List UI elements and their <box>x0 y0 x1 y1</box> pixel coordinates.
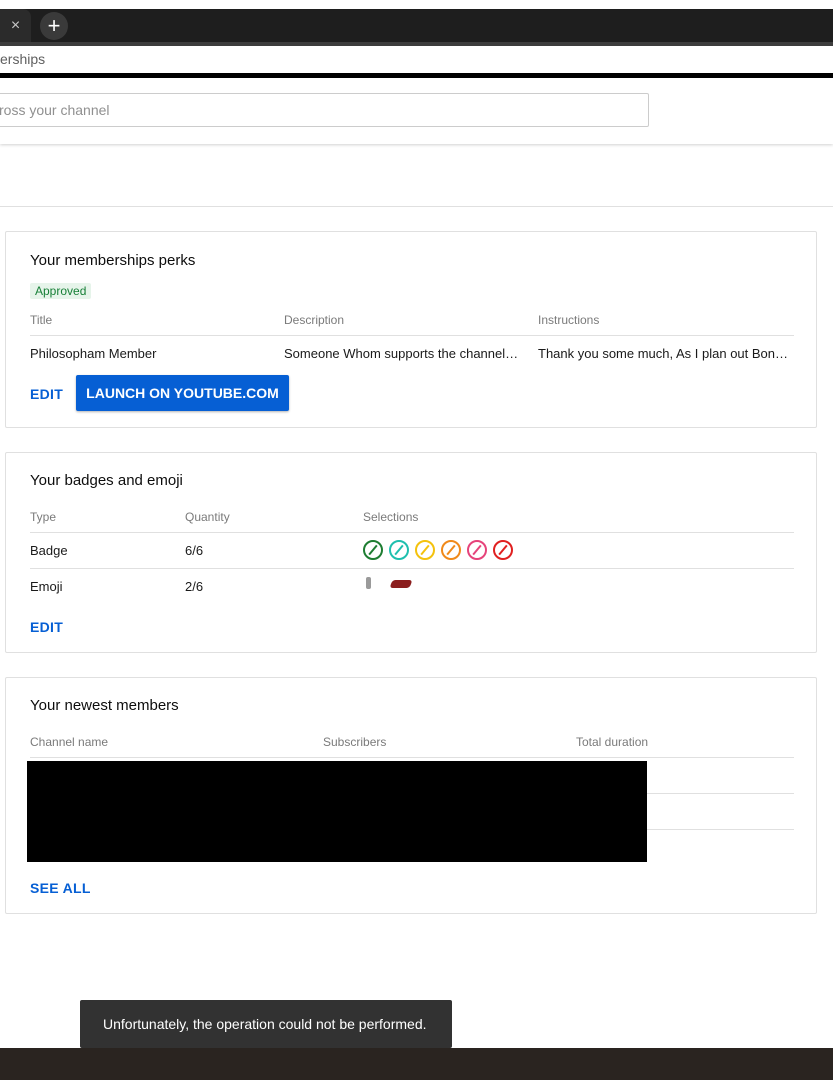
badges-emoji-card-title: Your badges and emoji <box>30 472 183 489</box>
see-all-members-button[interactable]: SEE ALL <box>30 880 91 896</box>
window-top-edge <box>0 0 833 9</box>
error-toast: Unfortunately, the operation could not b… <box>80 1000 452 1048</box>
perks-card-title: Your memberships perks <box>30 252 196 269</box>
redacted-member-rows <box>27 761 647 862</box>
badge-quantity-cell: 6/6 <box>185 543 204 558</box>
column-header-subscribers: Subscribers <box>323 735 387 749</box>
address-bar[interactable]: erships <box>0 46 833 73</box>
badge-icon-4 <box>441 540 461 560</box>
table-divider <box>30 757 794 758</box>
badge-icon-6 <box>493 540 513 560</box>
column-header-total-duration: Total duration <box>576 735 649 749</box>
badge-selections <box>363 540 519 560</box>
taskbar-strip <box>0 1048 833 1080</box>
column-header-selections: Selections <box>363 510 419 524</box>
table-divider <box>30 568 794 569</box>
launch-on-youtube-button[interactable]: LAUNCH ON YOUTUBE.COM <box>76 375 289 411</box>
newest-members-card-title: Your newest members <box>30 697 179 714</box>
section-divider <box>0 206 833 207</box>
badge-icon-3 <box>415 540 435 560</box>
column-header-instructions: Instructions <box>538 313 600 327</box>
table-divider <box>30 532 794 533</box>
perk-title-cell: Philosopham Member <box>30 346 157 361</box>
column-header-type: Type <box>30 510 57 524</box>
edit-perks-button[interactable]: EDIT <box>30 386 63 402</box>
page-header: ross your channel <box>0 78 833 144</box>
close-tab-icon[interactable]: × <box>0 9 31 42</box>
search-input[interactable]: ross your channel <box>0 93 649 127</box>
column-header-channel-name: Channel name <box>30 735 109 749</box>
perk-description-cell: Someone Whom supports the channel… <box>284 346 519 361</box>
perks-card: Your memberships perks Approved Title De… <box>5 231 817 428</box>
status-badge: Approved <box>30 283 92 299</box>
badges-emoji-card: Your badges and emoji Type Quantity Sele… <box>5 452 817 653</box>
emoji-quantity-cell: 2/6 <box>185 579 204 594</box>
emoji-type-cell: Emoji <box>30 579 63 594</box>
emoji-icon-2 <box>389 580 413 588</box>
column-header-title: Title <box>30 313 53 327</box>
badge-type-cell: Badge <box>30 543 68 558</box>
browser-tab-strip <box>0 9 833 42</box>
column-header-description: Description <box>284 313 345 327</box>
perk-instructions-cell: Thank you some much, As I plan out Bonu… <box>538 346 794 361</box>
edit-badges-button[interactable]: EDIT <box>30 619 63 635</box>
badge-icon-5 <box>467 540 487 560</box>
column-header-quantity: Quantity <box>185 510 230 524</box>
badge-icon-2 <box>389 540 409 560</box>
badge-icon-1 <box>363 540 383 560</box>
new-tab-button[interactable]: + <box>40 12 68 40</box>
emoji-icon-1 <box>366 577 371 589</box>
table-divider <box>30 335 794 336</box>
address-text: erships <box>0 51 46 67</box>
